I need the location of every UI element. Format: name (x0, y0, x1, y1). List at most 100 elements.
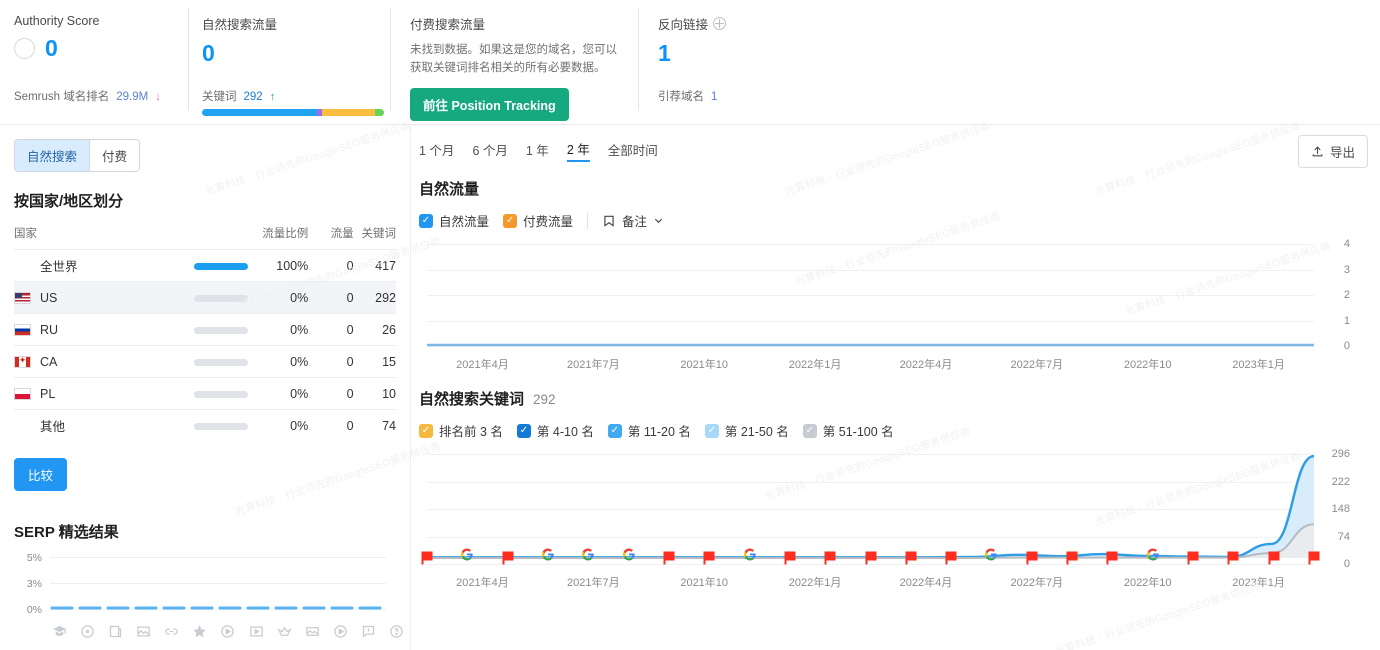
rank-checkbox-1[interactable]: ✓ (516, 423, 531, 438)
legend-item-rank-2[interactable]: ✓ 第 11-20 名 (607, 421, 691, 440)
google-update-marker[interactable] (905, 551, 917, 565)
legend-item-rank-0[interactable]: ✓ 排名前 3 名 (419, 421, 503, 440)
google-update-marker[interactable] (865, 551, 876, 565)
range-2-years[interactable]: 2 年 (566, 139, 590, 162)
local-pack-icon[interactable] (80, 624, 95, 639)
google-update-marker[interactable] (663, 551, 675, 565)
legend-item-rank-4[interactable]: ✓ 第 51-100 名 (802, 421, 894, 440)
position-tracking-button[interactable]: 前往 Position Tracking (410, 87, 569, 121)
sitelinks-icon[interactable] (108, 624, 123, 639)
google-algo-marker[interactable] (461, 548, 474, 566)
organic-traffic-checkbox[interactable]: ✓ (419, 213, 433, 228)
serp-feature-icons[interactable] (52, 624, 404, 639)
table-row[interactable]: 全世界 100% 0 417 (14, 249, 396, 282)
table-row[interactable]: PL 0% 0 10 (14, 377, 396, 410)
export-button[interactable]: 导出 (1297, 135, 1368, 168)
legend-organic-traffic[interactable]: ✓ 自然流量 (419, 211, 489, 230)
rank-checkbox-2[interactable]: ✓ (607, 423, 622, 438)
x-tick: 2021年10 (680, 577, 729, 589)
google-update-marker[interactable] (1308, 551, 1320, 565)
table-row[interactable]: CA 0%015 (14, 345, 396, 378)
date-range-tabs[interactable]: 1 个月 6 个月 1 年 2 年 全部时间 (419, 139, 1362, 162)
video-icon[interactable] (220, 624, 235, 639)
col-traffic-share: 流量比例 (262, 228, 309, 240)
keywords-chart-legend[interactable]: ✓ 排名前 3 名 ✓ 第 4-10 名 ✓ 第 11-20 名 ✓ 第 21-50 名 ✓ 第 … (419, 421, 1362, 440)
traffic-chart-legend[interactable]: ✓ 自然流量 ✓ 付费流量 备注 (419, 211, 1362, 230)
google-algo-marker[interactable] (541, 548, 554, 566)
keywords-event-markers[interactable] (421, 450, 1320, 568)
rank-checkbox-4[interactable]: ✓ (802, 423, 817, 438)
referring-domains-value: 1 (711, 91, 718, 103)
y-tick: 1 (1343, 314, 1350, 327)
traffic-value[interactable]: 0 (308, 282, 354, 314)
google-algo-marker[interactable] (743, 548, 756, 566)
google-update-marker[interactable] (502, 551, 514, 565)
keywords-value[interactable]: 15 (354, 346, 396, 378)
google-update-marker[interactable] (1026, 551, 1038, 565)
traffic-value[interactable]: 0 (308, 346, 354, 378)
traffic-share-bar-cell (156, 250, 249, 282)
google-update-marker[interactable] (1187, 551, 1199, 565)
google-algo-marker[interactable] (622, 548, 635, 566)
referring-domains-label: 引荐域名 (658, 91, 704, 103)
flag-icon (14, 387, 31, 400)
reviews-icon[interactable] (192, 624, 207, 639)
google-update-marker[interactable] (1227, 551, 1239, 565)
google-update-marker[interactable] (824, 551, 836, 565)
keywords-value[interactable]: 26 (354, 314, 396, 346)
traffic-value[interactable]: 0 (308, 314, 354, 346)
country-table-body: 全世界100%0417US0%0292RU0%026CA0%015PL0%010… (14, 249, 396, 442)
legend-item-rank-3[interactable]: ✓ 第 21-50 名 (704, 421, 789, 440)
google-update-marker[interactable] (945, 551, 957, 565)
rank-checkbox-0[interactable]: ✓ (419, 423, 433, 438)
search-type-tabs[interactable]: 自然搜索 付费 (14, 139, 141, 172)
traffic-value[interactable]: 0 (308, 378, 354, 410)
tab-paid[interactable]: 付费 (89, 140, 140, 171)
keywords-value[interactable]: 10 (354, 378, 396, 410)
google-algo-marker[interactable] (985, 548, 998, 566)
table-row[interactable]: US 0% 0 292 (14, 281, 396, 314)
y-tick: 222 (1331, 475, 1350, 488)
google-update-marker[interactable] (1268, 551, 1280, 565)
traffic-share-bar (194, 358, 249, 366)
keywords-value[interactable]: 292 (244, 91, 263, 103)
featured-snippet-icon[interactable] (52, 624, 67, 639)
chevron-down-icon (654, 218, 663, 224)
export-button-label: 导出 (1329, 146, 1355, 160)
table-row[interactable]: 其他 0% 0 74 (14, 409, 396, 442)
keywords-value[interactable]: 292 (354, 282, 396, 314)
link-icon[interactable] (164, 624, 179, 639)
rank-checkbox-3[interactable]: ✓ (704, 423, 719, 438)
video-player-icon[interactable] (333, 624, 348, 639)
people-also-ask-icon[interactable] (389, 624, 404, 639)
notes-dropdown[interactable]: 备注 (602, 211, 664, 230)
range-all-time[interactable]: 全部时间 (608, 140, 658, 161)
legend-paid-traffic[interactable]: ✓ 付费流量 (503, 211, 573, 230)
carousel-icon[interactable] (305, 624, 320, 639)
tab-organic-search[interactable]: 自然搜索 (15, 140, 90, 171)
table-row[interactable]: RU 0% 0 26 (14, 313, 396, 346)
keywords-chart: 296 222 148 74 0 2021年4月 2021年7月 2021年10 2022年1… (419, 448, 1362, 590)
paid-traffic-checkbox[interactable]: ✓ (503, 213, 518, 228)
google-algo-marker[interactable] (1146, 548, 1159, 566)
range-6-months[interactable]: 6 个月 (472, 140, 507, 161)
featured-video-icon[interactable] (249, 624, 264, 639)
faq-icon[interactable] (361, 624, 376, 639)
top-stories-icon[interactable] (277, 624, 292, 639)
google-update-marker[interactable] (1066, 551, 1078, 565)
google-update-marker[interactable] (1106, 551, 1118, 565)
authority-score-gauge (14, 38, 35, 59)
image-pack-icon[interactable] (136, 624, 151, 639)
google-update-marker[interactable] (421, 551, 433, 565)
google-update-marker[interactable] (784, 551, 796, 565)
serp-section-title: SERP 精选结果 (14, 523, 119, 541)
traffic-series (427, 343, 1314, 347)
legend-item-rank-1[interactable]: ✓ 第 4-10 名 (516, 421, 594, 440)
compare-button[interactable]: 比较 (14, 457, 68, 491)
country-name: CA (40, 354, 58, 369)
google-update-marker[interactable] (703, 551, 715, 565)
main-body: 自然搜索 付费 按国家/地区划分 国家 流量比例 流量 关键词 全世界 100% 0… (0, 125, 1380, 650)
range-1-month[interactable]: 1 个月 (419, 140, 454, 161)
range-1-year[interactable]: 1 年 (526, 140, 549, 161)
google-algo-marker[interactable] (582, 548, 595, 566)
